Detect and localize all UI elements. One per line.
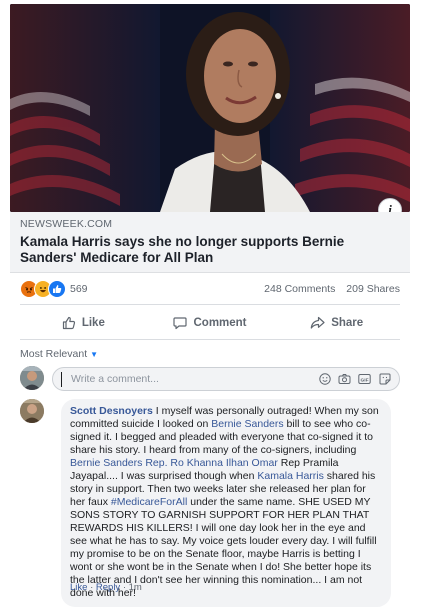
comment-input[interactable] xyxy=(61,371,311,387)
like-button[interactable]: Like xyxy=(20,309,147,337)
emoji-icon[interactable] xyxy=(318,373,331,386)
mention-link[interactable]: Kamala Harris xyxy=(257,470,324,482)
comment-sort-dropdown[interactable]: Most Relevant ▼ xyxy=(20,348,98,360)
composer-icons: GIF xyxy=(311,373,391,386)
mention-link[interactable]: Rep. Ro Khanna xyxy=(145,457,223,469)
comment-meta: Like · Reply · 1m xyxy=(70,582,142,593)
comment-composer[interactable]: GIF xyxy=(52,367,400,391)
reactions-count[interactable]: 569 xyxy=(70,283,88,295)
reactions-summary[interactable]: 569 xyxy=(20,280,88,298)
mention-link[interactable]: Bernie Sanders xyxy=(70,457,142,469)
comment-like-link[interactable]: Like xyxy=(70,582,87,593)
comment-bubble: Scott Desnoyers I myself was personally … xyxy=(61,399,391,607)
mention-link[interactable]: #MedicareForAll xyxy=(111,496,187,508)
share-label: Share xyxy=(331,317,364,329)
comment-author[interactable]: Scott Desnoyers xyxy=(70,405,153,417)
sticker-icon[interactable] xyxy=(378,373,391,386)
link-headline[interactable]: Kamala Harris says she no longer support… xyxy=(20,234,400,266)
current-user-avatar[interactable] xyxy=(20,366,44,390)
camera-icon[interactable] xyxy=(338,373,351,386)
comment-time: 1m xyxy=(128,582,142,593)
caret-down-icon: ▼ xyxy=(90,349,99,359)
comments-count[interactable]: 248 Comments xyxy=(264,283,335,295)
thumbs-up-icon xyxy=(62,316,76,330)
post-card: i NEWSWEEK.COM Kamala Harris says she no… xyxy=(10,0,410,607)
post-actions: Like Comment Share xyxy=(20,309,400,337)
share-button[interactable]: Share xyxy=(273,309,400,337)
mention-link[interactable]: Ilhan Omar xyxy=(226,457,278,469)
link-source: NEWSWEEK.COM xyxy=(20,218,113,230)
share-icon xyxy=(310,316,325,330)
link-preview[interactable]: NEWSWEEK.COM Kamala Harris says she no l… xyxy=(10,212,410,273)
engagement-counts: 248 Comments 209 Shares xyxy=(264,283,400,295)
shares-count[interactable]: 209 Shares xyxy=(346,283,400,295)
comment-reply-link[interactable]: Reply xyxy=(96,582,120,593)
comment-text: I myself was personally outraged! When m… xyxy=(70,405,379,599)
like-label: Like xyxy=(81,317,105,329)
svg-text:GIF: GIF xyxy=(361,378,369,384)
comment-label: Comment xyxy=(193,317,247,329)
photo-illustration xyxy=(10,4,410,212)
mention-link[interactable]: Bernie Sanders xyxy=(211,418,283,430)
like-reaction-icon xyxy=(48,280,66,298)
divider xyxy=(20,304,400,305)
comment-button[interactable]: Comment xyxy=(147,309,274,337)
comment-icon xyxy=(173,316,188,330)
divider xyxy=(20,339,400,340)
post-photo[interactable] xyxy=(10,4,410,212)
sort-label: Most Relevant xyxy=(20,348,88,360)
gif-icon[interactable]: GIF xyxy=(358,373,371,386)
commenter-avatar[interactable] xyxy=(20,399,44,423)
